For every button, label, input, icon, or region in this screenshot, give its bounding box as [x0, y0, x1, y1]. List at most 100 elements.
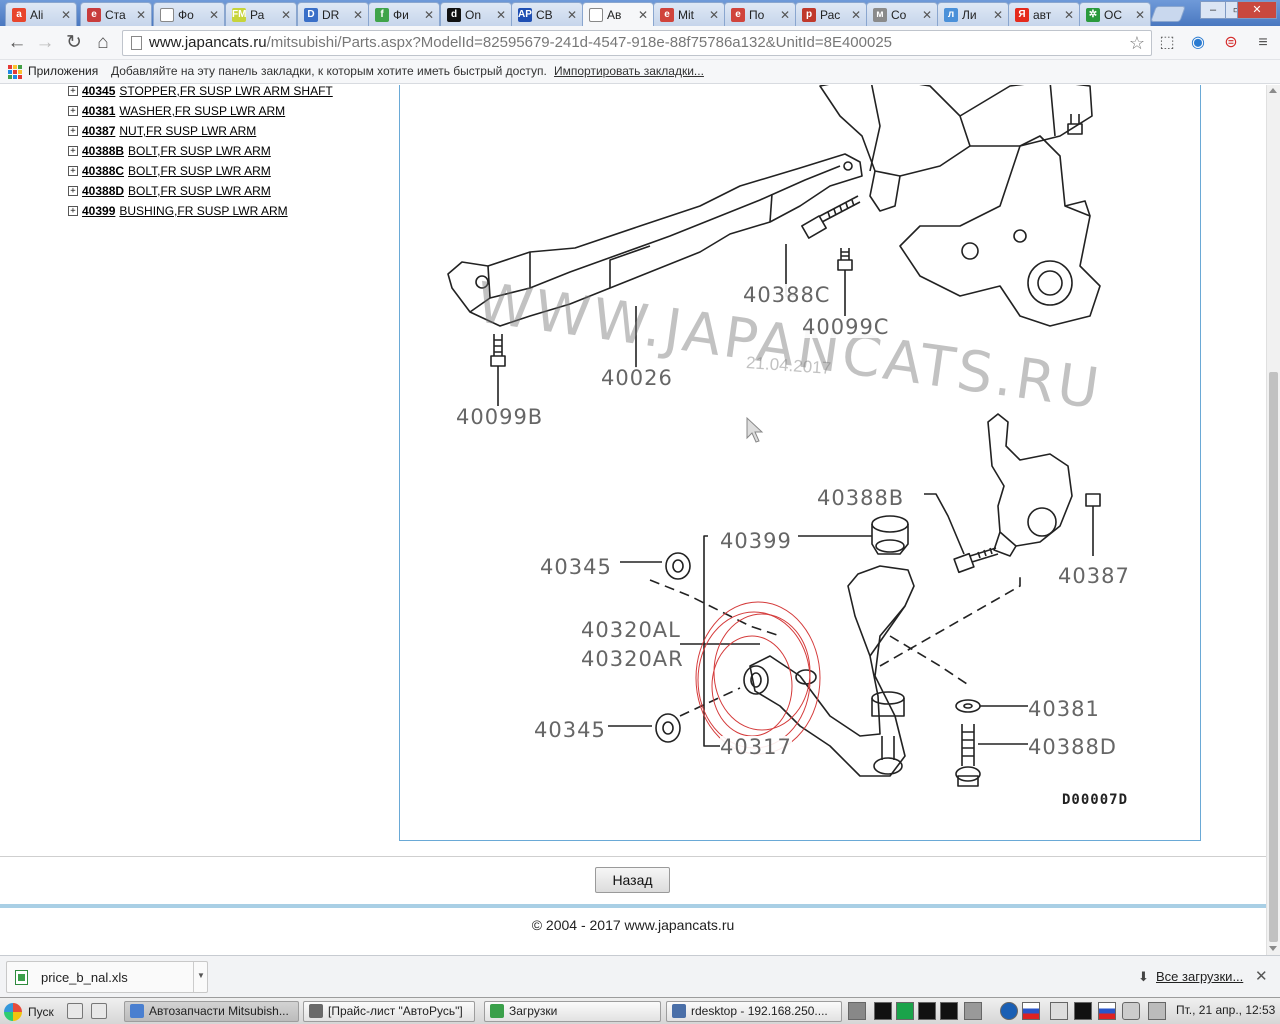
- part-list-item[interactable]: +40381 WASHER,FR SUSP LWR ARM: [68, 101, 333, 121]
- back-icon[interactable]: ←: [6, 32, 28, 54]
- part-name-link[interactable]: WASHER,FR SUSP LWR ARM: [119, 104, 285, 118]
- part-code-link[interactable]: 40388C: [82, 164, 124, 178]
- part-list-item[interactable]: +40399 BUSHING,FR SUSP LWR ARM: [68, 201, 333, 221]
- part-list-item[interactable]: +40388C BOLT,FR SUSP LWR ARM: [68, 161, 333, 181]
- expand-plus-icon[interactable]: +: [68, 146, 78, 156]
- tray-app-icon[interactable]: [848, 1002, 866, 1020]
- keyboard-layout-icon[interactable]: [1098, 1002, 1116, 1020]
- browser-tab[interactable]: e Mit ✕: [653, 2, 725, 26]
- browser-tab[interactable]: AP СВ ✕: [511, 2, 583, 26]
- callout-40381[interactable]: 40381: [1028, 698, 1100, 720]
- part-code-link[interactable]: 40381: [82, 104, 115, 118]
- expand-plus-icon[interactable]: +: [68, 86, 78, 96]
- part-name-link[interactable]: BOLT,FR SUSP LWR ARM: [128, 184, 271, 198]
- network-icon[interactable]: [1148, 1002, 1166, 1020]
- extension-red-e-icon[interactable]: ⊜: [1220, 32, 1242, 54]
- download-menu-chevron-icon[interactable]: ▼: [193, 962, 208, 992]
- tray-grid-icon[interactable]: [964, 1002, 982, 1020]
- expand-plus-icon[interactable]: +: [68, 106, 78, 116]
- browser-tab[interactable]: Ав ✕: [582, 2, 654, 26]
- callout-40387[interactable]: 40387: [1058, 565, 1130, 587]
- part-list-item[interactable]: +40387 NUT,FR SUSP LWR ARM: [68, 121, 333, 141]
- tab-close-icon[interactable]: ✕: [422, 8, 436, 22]
- part-list-item[interactable]: +40388B BOLT,FR SUSP LWR ARM: [68, 141, 333, 161]
- tab-close-icon[interactable]: ✕: [991, 8, 1005, 22]
- expand-plus-icon[interactable]: +: [68, 186, 78, 196]
- taskbar-task[interactable]: rdesktop - 192.168.250....: [666, 1001, 842, 1022]
- close-window-button[interactable]: ✕: [1237, 1, 1277, 19]
- browser-tab[interactable]: f Фи ✕: [368, 2, 440, 26]
- scroll-down-arrow-icon[interactable]: [1269, 946, 1277, 951]
- vertical-scrollbar[interactable]: [1266, 85, 1280, 955]
- tab-close-icon[interactable]: ✕: [279, 8, 293, 22]
- callout-40399[interactable]: 40399: [720, 530, 792, 552]
- menu-icon[interactable]: ≡: [1252, 32, 1274, 54]
- bookmark-star-icon[interactable]: ☆: [1129, 31, 1145, 55]
- back-button[interactable]: Назад: [595, 867, 670, 893]
- tray-dark-icon[interactable]: [940, 1002, 958, 1020]
- callout-40345-upper[interactable]: 40345: [540, 556, 612, 578]
- browser-tab[interactable]: л Ли ✕: [937, 2, 1009, 26]
- browser-tab[interactable]: e Ста ✕: [80, 2, 152, 26]
- part-code-link[interactable]: 40399: [82, 204, 115, 218]
- taskbar-task[interactable]: Загрузки: [484, 1001, 661, 1022]
- tab-close-icon[interactable]: ✕: [351, 8, 365, 22]
- callout-40317[interactable]: 40317: [720, 736, 792, 758]
- browser-tab[interactable]: Фо ✕: [153, 2, 225, 26]
- tab-close-icon[interactable]: ✕: [1133, 8, 1147, 22]
- show-all-downloads-link[interactable]: Все загрузки...: [1156, 969, 1243, 984]
- import-bookmarks-link[interactable]: Импортировать закладки...: [554, 60, 704, 82]
- part-code-link[interactable]: 40388D: [82, 184, 124, 198]
- address-bar[interactable]: www.japancats.ru/mitsubishi/Parts.aspx?M…: [122, 30, 1152, 56]
- close-downloads-icon[interactable]: ✕: [1255, 967, 1268, 985]
- forward-icon[interactable]: →: [34, 32, 56, 54]
- part-list-item[interactable]: +40345 STOPPER,FR SUSP LWR ARM SHAFT: [68, 85, 333, 101]
- callout-40320AR[interactable]: 40320AR: [581, 648, 684, 670]
- scrollbar-thumb[interactable]: [1269, 372, 1278, 942]
- taskbar-task[interactable]: Автозапчасти Mitsubish...: [124, 1001, 299, 1022]
- tab-close-icon[interactable]: ✕: [920, 8, 934, 22]
- tab-close-icon[interactable]: ✕: [1062, 8, 1076, 22]
- browser-tab[interactable]: a Ali ✕: [5, 2, 77, 26]
- part-code-link[interactable]: 40345: [82, 85, 115, 98]
- home-icon[interactable]: ⌂: [92, 32, 114, 54]
- extension-sync-icon[interactable]: ◉: [1187, 32, 1209, 54]
- tab-close-icon[interactable]: ✕: [565, 8, 579, 22]
- tray-tool-icon[interactable]: [1050, 1002, 1068, 1020]
- language-flag-icon[interactable]: [1022, 1002, 1040, 1020]
- tab-close-icon[interactable]: ✕: [494, 8, 508, 22]
- tray-terminal-icon[interactable]: [918, 1002, 936, 1020]
- callout-40388D[interactable]: 40388D: [1028, 736, 1117, 758]
- tray-monitor-icon[interactable]: [874, 1002, 892, 1020]
- browser-tab[interactable]: м Со ✕: [866, 2, 938, 26]
- tab-close-icon[interactable]: ✕: [707, 8, 721, 22]
- minimize-button[interactable]: –: [1200, 1, 1226, 19]
- taskbar-task[interactable]: [Прайс-лист "АвтоРусь"]: [303, 1001, 475, 1022]
- browser-tab[interactable]: Яавт ✕: [1008, 2, 1080, 26]
- tab-close-icon[interactable]: ✕: [134, 8, 148, 22]
- apps-grid-icon[interactable]: [8, 65, 22, 79]
- callout-40026[interactable]: 40026: [601, 367, 673, 389]
- browser-tab[interactable]: p Рас ✕: [795, 2, 867, 26]
- part-name-link[interactable]: BUSHING,FR SUSP LWR ARM: [119, 204, 287, 218]
- callout-40099C[interactable]: 40099C: [802, 316, 890, 338]
- part-name-link[interactable]: STOPPER,FR SUSP LWR ARM SHAFT: [119, 85, 332, 98]
- download-item[interactable]: price_b_nal.xls ▼: [6, 961, 208, 993]
- browser-tab[interactable]: D DR ✕: [297, 2, 369, 26]
- callout-40320AL[interactable]: 40320AL: [581, 619, 681, 641]
- quicklaunch-desktop-icon[interactable]: [67, 1003, 83, 1019]
- tab-close-icon[interactable]: ✕: [849, 8, 863, 22]
- new-tab-button[interactable]: [1150, 6, 1186, 22]
- browser-tab[interactable]: FM Ра ✕: [225, 2, 297, 26]
- expand-plus-icon[interactable]: +: [68, 206, 78, 216]
- quicklaunch-explorer-icon[interactable]: [91, 1003, 107, 1019]
- start-button[interactable]: Пуск: [4, 1001, 54, 1022]
- callout-40345-lower[interactable]: 40345: [534, 719, 606, 741]
- browser-tab[interactable]: ✲ ОС ✕: [1079, 2, 1151, 26]
- volume-icon[interactable]: [1122, 1002, 1140, 1020]
- tray-usb-icon[interactable]: [1074, 1002, 1092, 1020]
- extension-puzzle-icon[interactable]: ⬚: [1156, 32, 1178, 54]
- hp-logo-icon[interactable]: [1000, 1002, 1018, 1020]
- browser-tab[interactable]: d On ✕: [440, 2, 512, 26]
- tab-close-icon[interactable]: ✕: [207, 8, 221, 22]
